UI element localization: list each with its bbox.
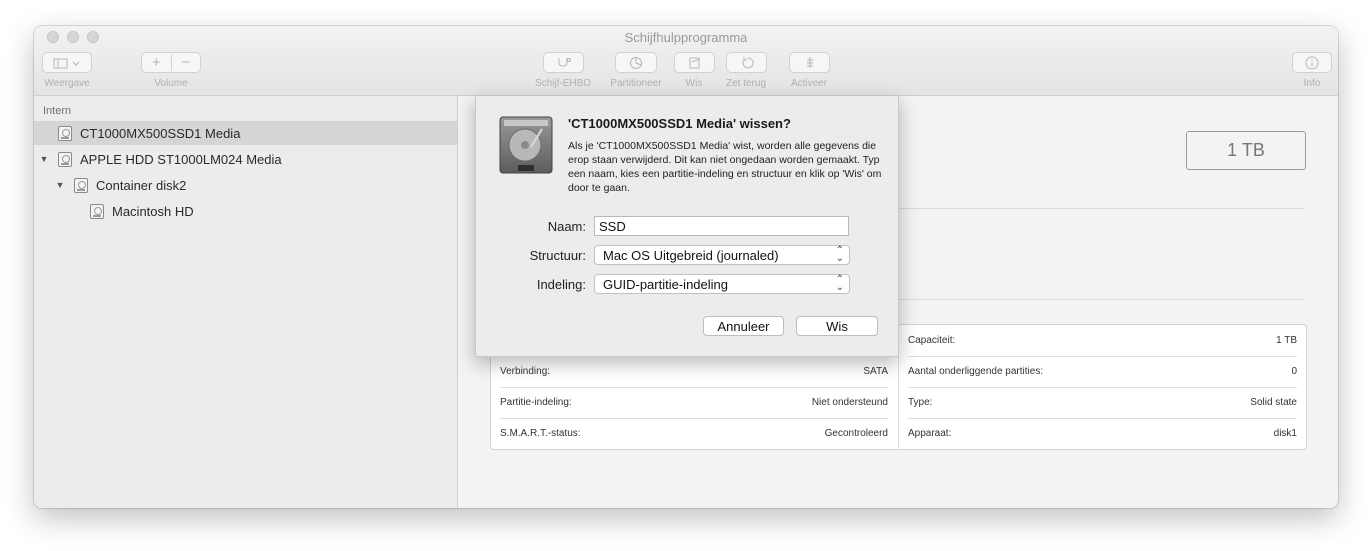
info-row-capacity: Capaciteit: 1 TB [908, 325, 1297, 356]
toolbar: Schijfhulpprogramma Weergave + − Volume … [34, 26, 1338, 96]
view-button[interactable] [42, 52, 92, 73]
name-label: Naam: [547, 219, 586, 234]
volume-label: Volume [154, 78, 188, 89]
window-title: Schijfhulpprogramma [624, 30, 748, 45]
scheme-value: GUID-partitie-indeling [603, 276, 728, 292]
info-row-device: Apparaat: disk1 [908, 418, 1297, 449]
sidebar-icon [53, 58, 80, 68]
container-icon [74, 177, 88, 193]
name-input[interactable] [594, 216, 849, 236]
erase-confirm-button[interactable]: Wis [796, 316, 878, 336]
info-value: Gecontroleerd [824, 428, 888, 439]
info-row-connection: Verbinding: SATA [500, 356, 888, 387]
info-key: Partitie-indeling: [500, 397, 572, 408]
sidebar-item-label: Macintosh HD [112, 203, 194, 219]
partition-button[interactable] [615, 52, 657, 73]
divider [898, 208, 1304, 209]
first-aid-button[interactable] [543, 52, 584, 73]
mount-button[interactable] [789, 52, 830, 73]
info-row-partition-map: Partitie-indeling: Niet ondersteund [500, 387, 888, 418]
add-volume-icon[interactable]: + [142, 54, 172, 71]
info-value: Niet ondersteund [811, 397, 888, 408]
info-icon [1305, 56, 1319, 69]
internal-disk-icon [58, 125, 72, 141]
sidebar-section-internal: Intern [43, 105, 72, 117]
volume-button-group[interactable]: + − [141, 52, 201, 73]
remove-volume-icon[interactable]: − [172, 54, 201, 71]
pie-chart-icon [630, 56, 642, 69]
info-value: Solid state [1250, 397, 1297, 408]
format-label: Structuur: [529, 248, 586, 263]
sidebar-item-label: APPLE HDD ST1000LM024 Media [80, 151, 282, 167]
disclosure-triangle-icon[interactable]: ▼ [38, 154, 50, 164]
format-value: Mac OS Uitgebreid (journaled) [603, 247, 779, 263]
internal-disk-icon [58, 151, 72, 167]
erase-icon [689, 57, 700, 68]
hard-drive-icon [499, 116, 553, 174]
restore-button[interactable] [726, 52, 767, 73]
sidebar-item-label: Container disk2 [96, 177, 187, 193]
first-aid-label: Schijf-EHBO [534, 78, 592, 89]
dialog-message: Als je 'CT1000MX500SSD1 Media' wist, wor… [568, 140, 882, 194]
sidebar-item-volume[interactable]: Macintosh HD [34, 199, 457, 223]
info-label: Info [1303, 78, 1321, 89]
info-key: Apparaat: [908, 428, 952, 439]
sidebar-item-ssd-disk[interactable]: CT1000MX500SSD1 Media [34, 121, 457, 145]
volume-icon [90, 203, 104, 219]
disclosure-triangle-icon[interactable]: ▼ [54, 180, 66, 190]
info-row-type: Type: Solid state [908, 387, 1297, 418]
divider [898, 299, 1304, 300]
info-key: S.M.A.R.T.-status: [500, 428, 581, 439]
info-value: disk1 [1273, 428, 1297, 439]
scheme-label: Indeling: [536, 277, 586, 292]
info-key: Aantal onderliggende partities: [908, 366, 1044, 377]
info-row-smart-status: S.M.A.R.T.-status: Gecontroleerd [500, 418, 888, 449]
view-label: Weergave [44, 78, 90, 89]
sidebar-item-label: CT1000MX500SSD1 Media [80, 125, 241, 141]
restore-icon [742, 56, 754, 68]
mount-label: Activeer [790, 78, 828, 89]
info-button[interactable] [1292, 52, 1332, 73]
capacity-badge: 1 TB [1186, 131, 1306, 170]
info-value: 0 [1291, 366, 1297, 377]
info-row-child-count: Aantal onderliggende partities: 0 [908, 356, 1297, 387]
partition-label: Partitioneer [610, 78, 662, 89]
format-popup[interactable]: Mac OS Uitgebreid (journaled) ⌃ ⌄ [594, 245, 850, 265]
erase-button[interactable] [674, 52, 715, 73]
erase-dialog: 'CT1000MX500SSD1 Media' wissen? Als je '… [475, 96, 899, 357]
info-key: Capaciteit: [908, 335, 956, 346]
info-key: Type: [908, 397, 933, 408]
info-value: SATA [863, 366, 888, 377]
info-value: 1 TB [1276, 335, 1297, 346]
stethoscope-icon [558, 57, 571, 67]
mount-icon [806, 56, 813, 68]
updown-chevron-icon: ⌃ ⌄ [835, 274, 844, 293]
updown-chevron-icon: ⌃ ⌄ [835, 245, 844, 264]
dialog-title: 'CT1000MX500SSD1 Media' wissen? [568, 116, 791, 131]
sidebar-item-container[interactable]: ▼ Container disk2 [34, 173, 457, 197]
scheme-popup[interactable]: GUID-partitie-indeling ⌃ ⌄ [594, 274, 850, 294]
cancel-button[interactable]: Annuleer [703, 316, 784, 336]
info-key: Verbinding: [500, 366, 551, 377]
sidebar-item-hdd-disk[interactable]: ▼ APPLE HDD ST1000LM024 Media [34, 147, 457, 171]
restore-label: Zet terug [725, 78, 767, 89]
sidebar: Intern CT1000MX500SSD1 Media ▼ APPLE HDD… [34, 96, 458, 508]
